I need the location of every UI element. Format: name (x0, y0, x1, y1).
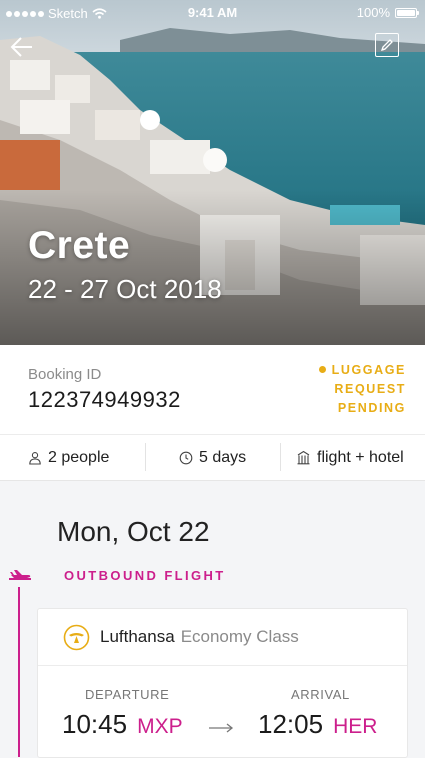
people-fact: 2 people (28, 434, 109, 481)
status-dot-icon (318, 366, 326, 373)
luggage-status-line-1: LUGGAGE (331, 363, 406, 377)
back-button[interactable] (8, 34, 34, 60)
duration-fact: 5 days (179, 434, 246, 481)
hero-image: Sketch 9:41 AM 100% Crete 22 - 27 Oct 20… (0, 0, 425, 345)
people-count: 2 people (48, 448, 110, 466)
arrival-label: ARRIVAL (291, 687, 350, 702)
departure-label: DEPARTURE (85, 687, 170, 702)
itinerary: Mon, Oct 22 OUTBOUND FLIGHT Lufthansa Ec… (0, 481, 425, 758)
day-heading: Mon, Oct 22 (57, 516, 210, 547)
trip-facts: 2 people 5 days flight + hotel (0, 434, 425, 481)
booking-id-value: 122374949932 (28, 387, 181, 412)
departure-time: 10:45 (62, 709, 128, 739)
battery-percent: 100% (356, 5, 390, 20)
divider (145, 443, 146, 471)
back-arrow-icon (10, 37, 32, 57)
arrival-time: 12:05 (258, 709, 324, 739)
trip-dates: 22 - 27 Oct 2018 (28, 274, 222, 304)
arrival-airport-code: HER (333, 715, 378, 738)
edit-button[interactable] (375, 33, 399, 57)
airline-name: Lufthansa (100, 627, 175, 646)
battery-icon (395, 7, 419, 18)
outbound-flight-label: OUTBOUND FLIGHT (64, 568, 226, 583)
lufthansa-logo-icon (63, 624, 90, 650)
flight-card[interactable]: Lufthansa Economy Class DEPARTURE ARRIVA… (37, 608, 408, 758)
departure-info: 10:45 MXP (62, 709, 183, 740)
duration-value: 5 days (199, 448, 247, 466)
arrow-right-icon (209, 723, 234, 733)
pencil-icon (380, 39, 393, 52)
booking-summary: Booking ID 122374949932 LUGGAGE REQUEST … (0, 345, 425, 481)
package-fact: flight + hotel (296, 434, 404, 481)
people-icon (29, 451, 41, 465)
destination-title: Crete (28, 224, 131, 267)
departure-airport-code: MXP (137, 715, 183, 738)
status-right: 100% (356, 5, 419, 20)
package-value: flight + hotel (317, 448, 404, 466)
clock-icon (179, 451, 193, 464)
hotel-icon (297, 450, 310, 465)
timeline-line (18, 587, 20, 757)
airline-row: Lufthansa Economy Class (38, 609, 407, 666)
luggage-status-line-2: REQUEST (334, 382, 406, 396)
cabin-class: Economy Class (180, 627, 299, 646)
luggage-status-line-3: PENDING (337, 401, 406, 415)
battery-fill (397, 9, 415, 16)
divider (280, 443, 281, 471)
luggage-status-badge[interactable]: LUGGAGE REQUEST PENDING (318, 361, 406, 418)
arrival-info: 12:05 HER (258, 709, 377, 740)
airplane-icon (9, 570, 31, 580)
status-bar: Sketch 9:41 AM 100% (0, 0, 425, 26)
booking-id-label: Booking ID (28, 366, 102, 383)
